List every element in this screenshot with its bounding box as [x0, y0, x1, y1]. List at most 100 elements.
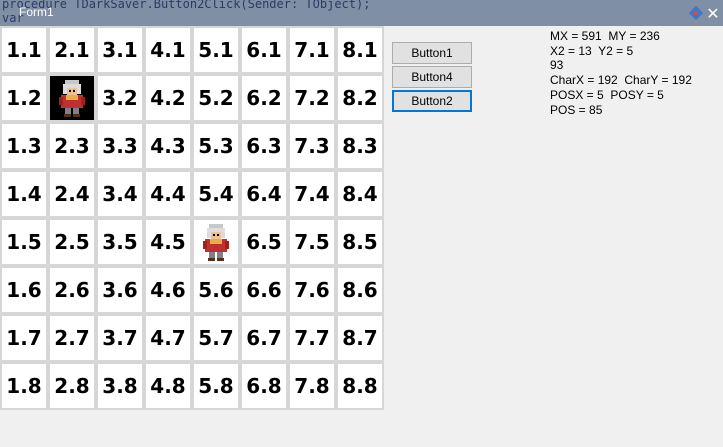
app-icon	[688, 5, 704, 21]
grid-cell-3-4[interactable]: 3.4	[96, 170, 144, 218]
character-sprite-icon	[59, 80, 85, 117]
grid-cell-6-5[interactable]: 6.5	[240, 218, 288, 266]
pos-label: POS = 85	[550, 102, 603, 117]
grid-cell-label: 1.4	[6, 182, 42, 206]
grid-cell-5-1[interactable]: 5.1	[192, 26, 240, 74]
grid-cell-label: 7.6	[294, 278, 330, 302]
grid-cell-2-2[interactable]	[48, 74, 96, 122]
grid-cell-8-5[interactable]: 8.5	[336, 218, 384, 266]
title-bar[interactable]: procedure TDarkSaver.Button2Click(Sender…	[0, 0, 723, 26]
grid-cell-label: 4.2	[150, 86, 186, 110]
grid-cell-4-7[interactable]: 4.7	[144, 314, 192, 362]
grid-cell-1-6[interactable]: 1.6	[0, 266, 48, 314]
grid-cell-label: 5.1	[198, 38, 234, 62]
grid-cell-3-6[interactable]: 3.6	[96, 266, 144, 314]
grid-cell-label: 7.3	[294, 134, 330, 158]
grid-cell-label: 2.6	[54, 278, 90, 302]
grid-cell-7-5[interactable]: 7.5	[288, 218, 336, 266]
grid-cell-6-2[interactable]: 6.2	[240, 74, 288, 122]
char-coords-label: CharX = 192 CharY = 192	[550, 73, 692, 88]
grid-cell-2-7[interactable]: 2.7	[48, 314, 96, 362]
grid-cell-label: 8.4	[342, 182, 378, 206]
grid-cell-4-8[interactable]: 4.8	[144, 362, 192, 410]
grid-cell-label: 3.1	[102, 38, 138, 62]
pos-coords-label: POSX = 5 POSY = 5	[550, 87, 664, 102]
grid-cell-2-5[interactable]: 2.5	[48, 218, 96, 266]
grid-cell-2-6[interactable]: 2.6	[48, 266, 96, 314]
grid-cell-7-3[interactable]: 7.3	[288, 122, 336, 170]
grid-cell-5-8[interactable]: 5.8	[192, 362, 240, 410]
grid-cell-label: 8.2	[342, 86, 378, 110]
grid-cell-5-4[interactable]: 5.4	[192, 170, 240, 218]
grid-cell-4-2[interactable]: 4.2	[144, 74, 192, 122]
grid-cell-3-8[interactable]: 3.8	[96, 362, 144, 410]
close-icon[interactable]: ✕	[703, 0, 723, 26]
grid-cell-6-1[interactable]: 6.1	[240, 26, 288, 74]
grid-cell-label: 8.1	[342, 38, 378, 62]
grid-cell-label: 1.3	[6, 134, 42, 158]
window-title: Form1	[19, 5, 54, 19]
grid-cell-6-6[interactable]: 6.6	[240, 266, 288, 314]
grid-cell-8-2[interactable]: 8.2	[336, 74, 384, 122]
grid-cell-2-1[interactable]: 2.1	[48, 26, 96, 74]
grid-cell-8-8[interactable]: 8.8	[336, 362, 384, 410]
grid-cell-4-4[interactable]: 4.4	[144, 170, 192, 218]
grid-cell-1-3[interactable]: 1.3	[0, 122, 48, 170]
grid-cell-3-2[interactable]: 3.2	[96, 74, 144, 122]
grid-cell-label: 7.8	[294, 374, 330, 398]
grid-cell-8-4[interactable]: 8.4	[336, 170, 384, 218]
grid-cell-5-3[interactable]: 5.3	[192, 122, 240, 170]
grid-cell-1-7[interactable]: 1.7	[0, 314, 48, 362]
grid-cell-label: 4.4	[150, 182, 186, 206]
grid-cell-6-8[interactable]: 6.8	[240, 362, 288, 410]
grid-cell-7-2[interactable]: 7.2	[288, 74, 336, 122]
grid-cell-3-1[interactable]: 3.1	[96, 26, 144, 74]
grid-cell-5-5[interactable]	[192, 218, 240, 266]
grid-cell-2-4[interactable]: 2.4	[48, 170, 96, 218]
grid-cell-6-4[interactable]: 6.4	[240, 170, 288, 218]
button2[interactable]: Button2	[392, 90, 472, 112]
grid-cell-8-7[interactable]: 8.7	[336, 314, 384, 362]
grid-cell-4-5[interactable]: 4.5	[144, 218, 192, 266]
grid-cell-label: 1.2	[6, 86, 42, 110]
grid-cell-label: 1.5	[6, 230, 42, 254]
grid-cell-1-4[interactable]: 1.4	[0, 170, 48, 218]
grid-cell-7-6[interactable]: 7.6	[288, 266, 336, 314]
grid-cell-1-1[interactable]: 1.1	[0, 26, 48, 74]
grid-cell-1-5[interactable]: 1.5	[0, 218, 48, 266]
grid-cell-label: 5.7	[198, 326, 234, 350]
grid-cell-5-6[interactable]: 5.6	[192, 266, 240, 314]
value-label: 93	[550, 58, 564, 73]
grid-cell-7-1[interactable]: 7.1	[288, 26, 336, 74]
grid-cell-7-4[interactable]: 7.4	[288, 170, 336, 218]
grid-cell-5-2[interactable]: 5.2	[192, 74, 240, 122]
grid-cell-label: 1.8	[6, 374, 42, 398]
game-grid[interactable]: 1.1 2.1 3.1 4.1 5.1 6.1 7.1 8.1 1.2 3.2 4.2 5.2 6.2 7…	[0, 26, 384, 410]
grid-cell-2-8[interactable]: 2.8	[48, 362, 96, 410]
grid-cell-8-3[interactable]: 8.3	[336, 122, 384, 170]
grid-cell-8-1[interactable]: 8.1	[336, 26, 384, 74]
grid-cell-7-7[interactable]: 7.7	[288, 314, 336, 362]
button1[interactable]: Button1	[392, 42, 472, 64]
grid-cell-6-7[interactable]: 6.7	[240, 314, 288, 362]
grid-cell-8-6[interactable]: 8.6	[336, 266, 384, 314]
grid-cell-6-3[interactable]: 6.3	[240, 122, 288, 170]
grid-cell-label: 8.8	[342, 374, 378, 398]
grid-cell-4-6[interactable]: 4.6	[144, 266, 192, 314]
grid-cell-2-3[interactable]: 2.3	[48, 122, 96, 170]
grid-cell-label: 6.1	[246, 38, 282, 62]
grid-cell-1-2[interactable]: 1.2	[0, 74, 48, 122]
grid-cell-label: 1.7	[6, 326, 42, 350]
grid-cell-7-8[interactable]: 7.8	[288, 362, 336, 410]
grid-cell-4-1[interactable]: 4.1	[144, 26, 192, 74]
grid-cell-1-8[interactable]: 1.8	[0, 362, 48, 410]
button4[interactable]: Button4	[392, 66, 472, 88]
grid-cell-label: 7.7	[294, 326, 330, 350]
grid-cell-3-3[interactable]: 3.3	[96, 122, 144, 170]
grid-cell-label: 4.3	[150, 134, 186, 158]
grid-cell-label: 6.7	[246, 326, 282, 350]
grid-cell-4-3[interactable]: 4.3	[144, 122, 192, 170]
grid-cell-3-7[interactable]: 3.7	[96, 314, 144, 362]
grid-cell-5-7[interactable]: 5.7	[192, 314, 240, 362]
grid-cell-3-5[interactable]: 3.5	[96, 218, 144, 266]
